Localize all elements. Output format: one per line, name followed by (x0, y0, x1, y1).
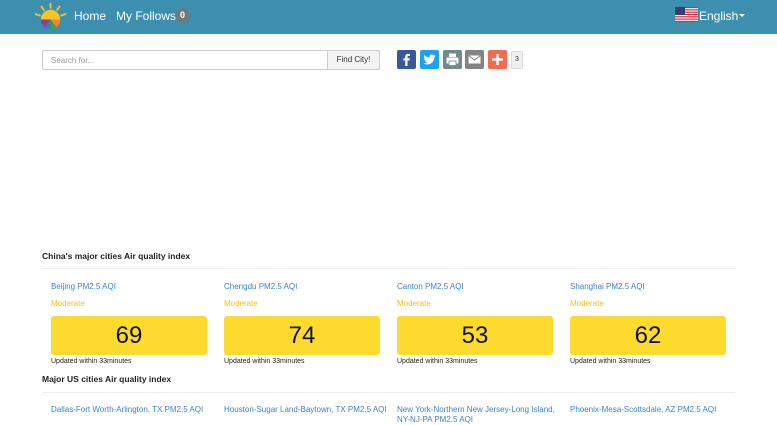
section-divider (42, 268, 735, 269)
city-card-canton: Canton PM2.5 AQI Moderate 53 Updated wit… (397, 282, 554, 368)
aqi-level-label: Moderate (51, 299, 85, 308)
site-logo-icon[interactable] (35, 2, 66, 33)
facebook-icon[interactable] (397, 50, 416, 69)
us-city-link-new-york[interactable]: New York-Northern New Jersey-Long Island… (397, 405, 567, 425)
city-card-shanghai: Shanghai PM2.5 AQI Moderate 62 Updated w… (570, 282, 727, 368)
us-section-title: Major US cities Air quality index (42, 374, 172, 384)
updated-text: Updated within 33minutes (224, 358, 305, 365)
city-link[interactable]: Canton PM2.5 AQI (397, 282, 464, 291)
city-link[interactable]: Chengdu PM2.5 AQI (224, 282, 297, 291)
us-city-link-dallas[interactable]: Dallas-Fort Worth-Arlington, TX PM2.5 AQ… (51, 405, 221, 415)
updated-text: Updated within 33minutes (51, 358, 132, 365)
updated-text: Updated within 33minutes (397, 358, 478, 365)
aqi-value-box[interactable]: 69 (51, 316, 207, 355)
find-city-button[interactable]: Find City! (327, 50, 380, 70)
aqi-level-label: Moderate (570, 299, 604, 308)
city-card-chengdu: Chengdu PM2.5 AQI Moderate 74 Updated wi… (224, 282, 381, 368)
us-flag-icon[interactable] (675, 7, 698, 22)
aqi-value-box[interactable]: 53 (397, 316, 553, 355)
aqi-level-label: Moderate (224, 299, 258, 308)
aqi-level-label: Moderate (397, 299, 431, 308)
chevron-down-icon[interactable] (739, 14, 745, 17)
follows-count-badge: 0 (175, 8, 190, 23)
aqi-value-box[interactable]: 74 (224, 316, 380, 355)
twitter-icon[interactable] (420, 50, 439, 69)
us-city-link-phoenix[interactable]: Phoenix-Mesa-Scottsdale, AZ PM2.5 AQI (570, 405, 740, 415)
section-divider (42, 392, 735, 393)
aqi-value-box[interactable]: 62 (570, 316, 726, 355)
top-navbar: Home My Follows 0 English (0, 0, 777, 34)
city-link[interactable]: Shanghai PM2.5 AQI (570, 282, 645, 291)
email-icon[interactable] (465, 50, 484, 69)
search-input[interactable] (42, 50, 327, 70)
city-card-beijing: Beijing PM2.5 AQI Moderate 69 Updated wi… (51, 282, 208, 368)
china-section-title: China's major cities Air quality index (42, 251, 191, 261)
nav-home-link[interactable]: Home (74, 9, 106, 23)
share-count: 3 (511, 51, 523, 69)
updated-text: Updated within 33minutes (570, 358, 651, 365)
nav-my-follows-link[interactable]: My Follows (116, 9, 176, 23)
us-city-link-houston[interactable]: Houston-Sugar Land-Baytown, TX PM2.5 AQI (224, 405, 394, 415)
addthis-plus-icon[interactable] (488, 50, 507, 69)
print-icon[interactable] (443, 50, 462, 69)
city-link[interactable]: Beijing PM2.5 AQI (51, 282, 116, 291)
language-selector[interactable]: English (699, 9, 738, 23)
